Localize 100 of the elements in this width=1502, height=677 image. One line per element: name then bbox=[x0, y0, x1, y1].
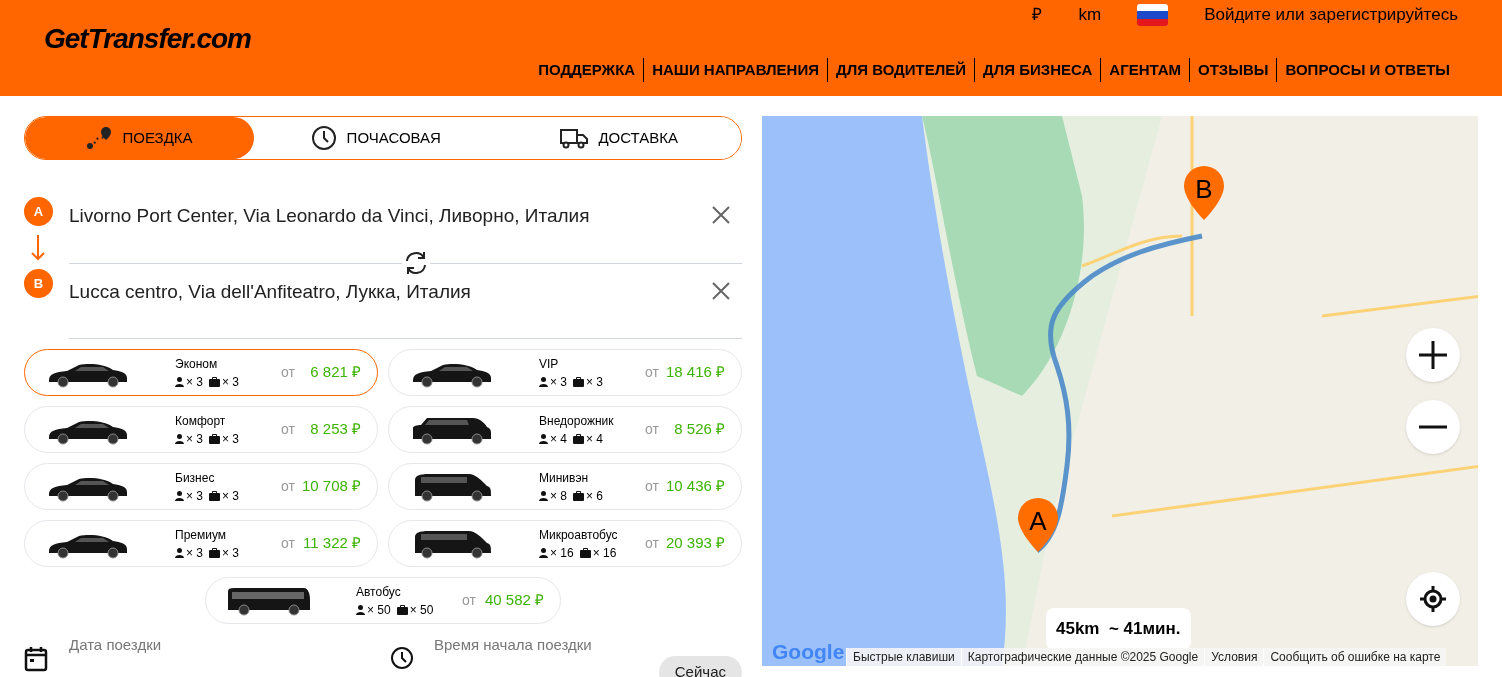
price: 8 253 ₽ bbox=[310, 419, 361, 440]
vehicle-card[interactable]: Внедорожник × 4 × 4 от 8 526 ₽ bbox=[388, 406, 742, 453]
crosshair-icon bbox=[1419, 585, 1447, 613]
map-footer-link[interactable]: Сообщить об ошибке на карте bbox=[1263, 648, 1447, 666]
luggage-icon bbox=[573, 376, 584, 387]
clock-icon bbox=[390, 646, 414, 670]
passenger-icon bbox=[539, 433, 548, 444]
vehicle-class: Бизнес bbox=[175, 469, 216, 487]
nav-link[interactable]: ДЛЯ БИЗНЕСА bbox=[974, 58, 1101, 82]
arrow-down-icon bbox=[31, 235, 45, 261]
vehicle-class: Внедорожник bbox=[539, 412, 615, 430]
nav-link[interactable]: ОТЗЫВЫ bbox=[1189, 58, 1277, 82]
luggage-icon bbox=[209, 376, 220, 387]
vehicle-class: Автобус bbox=[356, 583, 402, 601]
nav-link[interactable]: НАШИ НАПРАВЛЕНИЯ bbox=[643, 58, 827, 82]
destination-field[interactable]: Lucca centro, Via dell'Anfiteatro, Лукка, Италия bbox=[69, 264, 742, 339]
passenger-icon bbox=[539, 547, 548, 558]
price-prefix: от bbox=[281, 363, 295, 382]
login-link[interactable]: Войдите или зарегистрируйтесь bbox=[1204, 2, 1458, 28]
price: 11 322 ₽ bbox=[303, 533, 361, 554]
price-prefix: от bbox=[281, 534, 295, 553]
site-logo[interactable]: GetTransfer.com bbox=[44, 23, 252, 54]
close-icon[interactable] bbox=[712, 282, 730, 300]
nav-link[interactable]: АГЕНТАМ bbox=[1100, 58, 1190, 82]
passenger-icon bbox=[175, 547, 184, 558]
luggage-count: × 3 bbox=[222, 430, 240, 448]
price-prefix: от bbox=[645, 534, 659, 553]
luggage-icon bbox=[573, 433, 584, 444]
nav-link[interactable]: ДЛЯ ВОДИТЕЛЕЙ bbox=[827, 58, 975, 82]
vehicle-card[interactable]: Минивэн × 8 × 6 от 10 436 ₽ bbox=[388, 463, 742, 510]
vehicle-card[interactable]: VIP × 3 × 3 от 18 416 ₽ bbox=[388, 349, 742, 396]
luggage-icon bbox=[209, 547, 220, 558]
passenger-icon bbox=[175, 376, 184, 387]
price-prefix: от bbox=[462, 591, 476, 610]
luggage-count: × 6 bbox=[586, 487, 604, 505]
currency-selector[interactable]: ₽ bbox=[1032, 2, 1043, 28]
luggage-count: × 4 bbox=[586, 430, 604, 448]
truck-icon bbox=[560, 127, 589, 149]
price: 10 708 ₽ bbox=[301, 476, 361, 497]
price-prefix: от bbox=[645, 420, 659, 439]
nav-link[interactable]: ВОПРОСЫ И ОТВЕТЫ bbox=[1276, 58, 1458, 82]
map-footer-link[interactable]: Быстрые клавиши bbox=[846, 648, 961, 666]
passenger-count: × 4 bbox=[550, 430, 567, 448]
luggage-icon bbox=[396, 604, 408, 615]
luggage-count: × 3 bbox=[222, 487, 240, 505]
now-button[interactable]: Сейчас bbox=[658, 656, 742, 677]
price-prefix: от bbox=[645, 363, 659, 382]
passenger-count: × 3 bbox=[186, 373, 203, 391]
luggage-count: × 3 bbox=[586, 373, 604, 391]
time-field[interactable]: Время начала поездки bbox=[390, 634, 659, 670]
passenger-count: × 3 bbox=[186, 544, 203, 562]
vehicle-card[interactable]: Эконом × 3 × 3 от 6 821 ₽ bbox=[24, 349, 378, 396]
luggage-count: × 16 bbox=[592, 544, 617, 562]
passenger-icon bbox=[539, 376, 548, 387]
vehicle-card[interactable]: Бизнес × 3 × 3 от 10 708 ₽ bbox=[24, 463, 378, 510]
price-prefix: от bbox=[281, 420, 295, 439]
clock-icon bbox=[310, 125, 337, 151]
tab[interactable]: ПОЕЗДКА bbox=[25, 117, 254, 159]
nav-link[interactable]: ПОДДЕРЖКА bbox=[530, 58, 644, 82]
plus-icon bbox=[1418, 340, 1448, 370]
trip-summary: 45km ~ 41мин. bbox=[1046, 608, 1191, 650]
vehicle-class: VIP bbox=[539, 355, 560, 373]
luggage-count: × 50 bbox=[409, 601, 434, 619]
price-prefix: от bbox=[645, 477, 659, 496]
vehicle-class: Эконом bbox=[175, 355, 219, 373]
luggage-count: × 3 bbox=[222, 373, 240, 391]
close-icon[interactable] bbox=[712, 206, 730, 224]
passenger-count: × 3 bbox=[186, 430, 203, 448]
price: 6 821 ₽ bbox=[310, 362, 361, 383]
luggage-count: × 3 bbox=[222, 544, 240, 562]
map-footer-link[interactable]: Условия bbox=[1204, 648, 1264, 666]
route-icon bbox=[86, 126, 113, 150]
price: 20 393 ₽ bbox=[665, 533, 725, 554]
map-logo: Google bbox=[772, 639, 845, 665]
units-selector[interactable]: km bbox=[1078, 2, 1102, 28]
calendar-icon bbox=[24, 646, 48, 672]
minus-icon bbox=[1418, 425, 1448, 429]
price: 8 526 ₽ bbox=[674, 419, 725, 440]
flag-icon[interactable] bbox=[1137, 4, 1169, 26]
map-footer-link[interactable]: Картографические данные ©2025 Google bbox=[960, 648, 1205, 666]
price-prefix: от bbox=[281, 477, 295, 496]
vehicle-card[interactable]: Автобус × 50 × 50 от 40 582 ₽ bbox=[205, 577, 561, 624]
luggage-icon bbox=[573, 490, 584, 501]
passenger-icon bbox=[175, 433, 184, 444]
vehicle-class: Микроавтобус bbox=[539, 526, 619, 544]
luggage-icon bbox=[209, 433, 220, 444]
map-pin[interactable]: A bbox=[1016, 496, 1060, 554]
passenger-count: × 3 bbox=[550, 373, 567, 391]
vehicle-card[interactable]: Микроавтобус × 16 × 16 от 20 393 ₽ bbox=[388, 520, 742, 567]
passenger-count: × 8 bbox=[550, 487, 567, 505]
passenger-count: × 3 bbox=[186, 487, 203, 505]
point-b-marker: B bbox=[24, 269, 53, 298]
map-pin[interactable]: B bbox=[1182, 164, 1226, 222]
luggage-icon bbox=[579, 547, 591, 558]
vehicle-card[interactable]: Премиум × 3 × 3 от 11 322 ₽ bbox=[24, 520, 378, 567]
passenger-count: × 50 bbox=[367, 601, 391, 619]
luggage-icon bbox=[209, 490, 220, 501]
vehicle-class: Минивэн bbox=[539, 469, 590, 487]
date-field[interactable]: Дата поездки bbox=[24, 634, 390, 677]
vehicle-card[interactable]: Комфорт × 3 × 3 от 8 253 ₽ bbox=[24, 406, 378, 453]
